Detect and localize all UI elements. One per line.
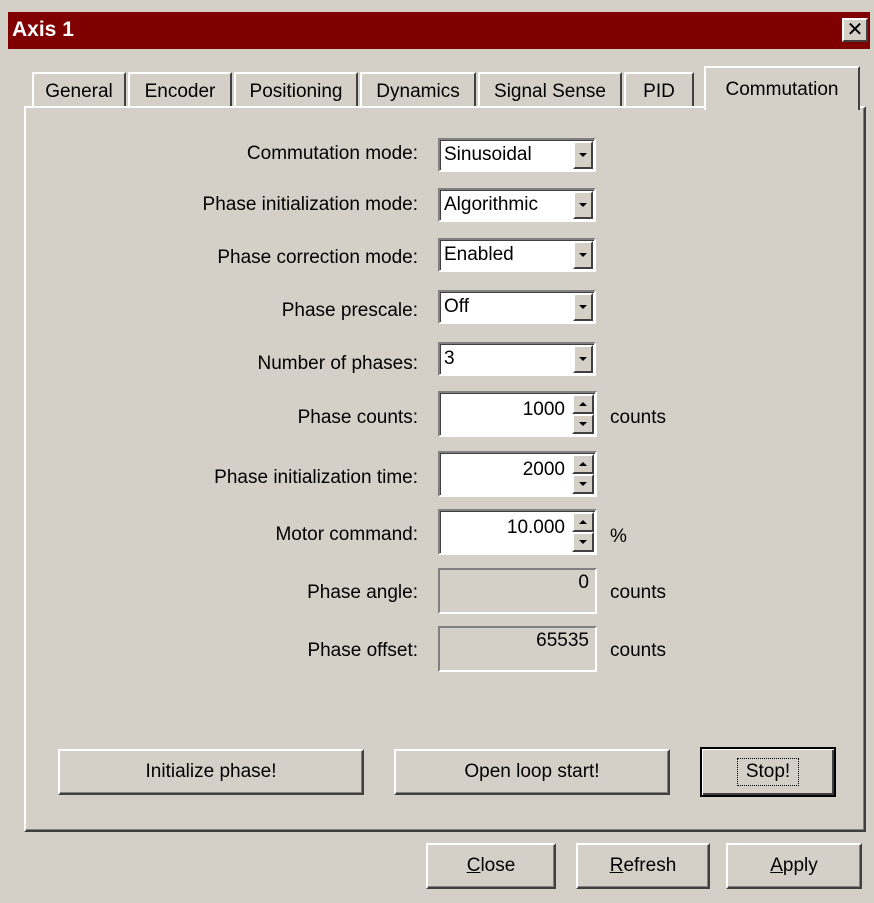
phase-correction-mode-label: Phase correction mode:: [217, 247, 418, 268]
dropdown-button[interactable]: [573, 191, 593, 219]
phase-offset-value: 65535: [536, 630, 589, 651]
number-of-phases-value: 3: [444, 348, 455, 369]
phase-counts-input[interactable]: 1000: [438, 391, 597, 437]
phase-correction-mode-select[interactable]: Enabled: [438, 238, 596, 272]
chevron-down-icon: [579, 422, 587, 426]
decrement-button[interactable]: [572, 414, 594, 434]
phase-init-time-input[interactable]: 2000: [438, 451, 597, 497]
phase-prescale-label: Phase prescale:: [281, 300, 418, 321]
phase-offset-unit: counts: [610, 640, 666, 661]
increment-button[interactable]: [572, 454, 594, 474]
chevron-down-icon: [579, 253, 587, 257]
open-loop-start-label: Open loop start!: [464, 761, 600, 782]
motor-command-input[interactable]: 10.000: [438, 509, 597, 555]
motor-command-unit: %: [610, 526, 627, 547]
chevron-down-icon: [579, 482, 587, 486]
commutation-mode-value: Sinusoidal: [444, 144, 532, 165]
motor-command-label: Motor command:: [275, 524, 418, 545]
phase-counts-unit: counts: [610, 407, 666, 428]
initialize-phase-button[interactable]: Initialize phase!: [58, 749, 364, 795]
initialize-phase-label: Initialize phase!: [145, 761, 277, 782]
dialog-window: Axis 1 ✕ General Encoder Positioning Dyn…: [0, 0, 874, 901]
phase-init-time-label: Phase initialization time:: [214, 467, 418, 488]
stop-label: Stop!: [736, 758, 800, 786]
phase-prescale-select[interactable]: Off: [438, 290, 596, 324]
chevron-down-icon: [579, 203, 587, 207]
phase-counts-value: 1000: [522, 399, 565, 420]
increment-button[interactable]: [572, 512, 594, 532]
dropdown-button[interactable]: [573, 241, 593, 269]
dropdown-button[interactable]: [573, 141, 593, 169]
commutation-mode-select[interactable]: Sinusoidal: [438, 138, 596, 172]
phase-counts-label: Phase counts:: [297, 407, 418, 428]
phase-prescale-value: Off: [444, 296, 469, 317]
dropdown-button[interactable]: [573, 293, 593, 321]
phase-init-mode-value: Algorithmic: [444, 194, 538, 215]
phase-correction-mode-value: Enabled: [444, 244, 514, 265]
open-loop-start-button[interactable]: Open loop start!: [394, 749, 670, 795]
chevron-up-icon: [579, 462, 587, 466]
chevron-up-icon: [579, 402, 587, 406]
phase-offset-label: Phase offset:: [307, 640, 418, 661]
phase-angle-field: 0: [438, 568, 597, 614]
phase-angle-unit: counts: [610, 582, 666, 603]
form-area: Commutation mode: Sinusoidal Phase initi…: [2, 2, 874, 903]
phase-init-mode-select[interactable]: Algorithmic: [438, 188, 596, 222]
motor-command-value: 10.000: [506, 517, 565, 538]
chevron-down-icon: [579, 153, 587, 157]
phase-init-mode-label: Phase initialization mode:: [202, 194, 418, 215]
decrement-button[interactable]: [572, 532, 594, 552]
increment-button[interactable]: [572, 394, 594, 414]
chevron-down-icon: [579, 305, 587, 309]
decrement-button[interactable]: [572, 474, 594, 494]
chevron-up-icon: [579, 520, 587, 524]
number-of-phases-label: Number of phases:: [257, 353, 418, 374]
commutation-mode-label: Commutation mode:: [246, 143, 418, 164]
phase-angle-value: 0: [578, 572, 589, 593]
chevron-down-icon: [579, 540, 587, 544]
phase-angle-label: Phase angle:: [307, 582, 418, 603]
number-of-phases-select[interactable]: 3: [438, 342, 596, 376]
stop-button[interactable]: Stop!: [700, 747, 836, 797]
chevron-down-icon: [579, 357, 587, 361]
dropdown-button[interactable]: [573, 345, 593, 373]
phase-init-time-value: 2000: [522, 459, 565, 480]
phase-offset-field: 65535: [438, 626, 597, 672]
